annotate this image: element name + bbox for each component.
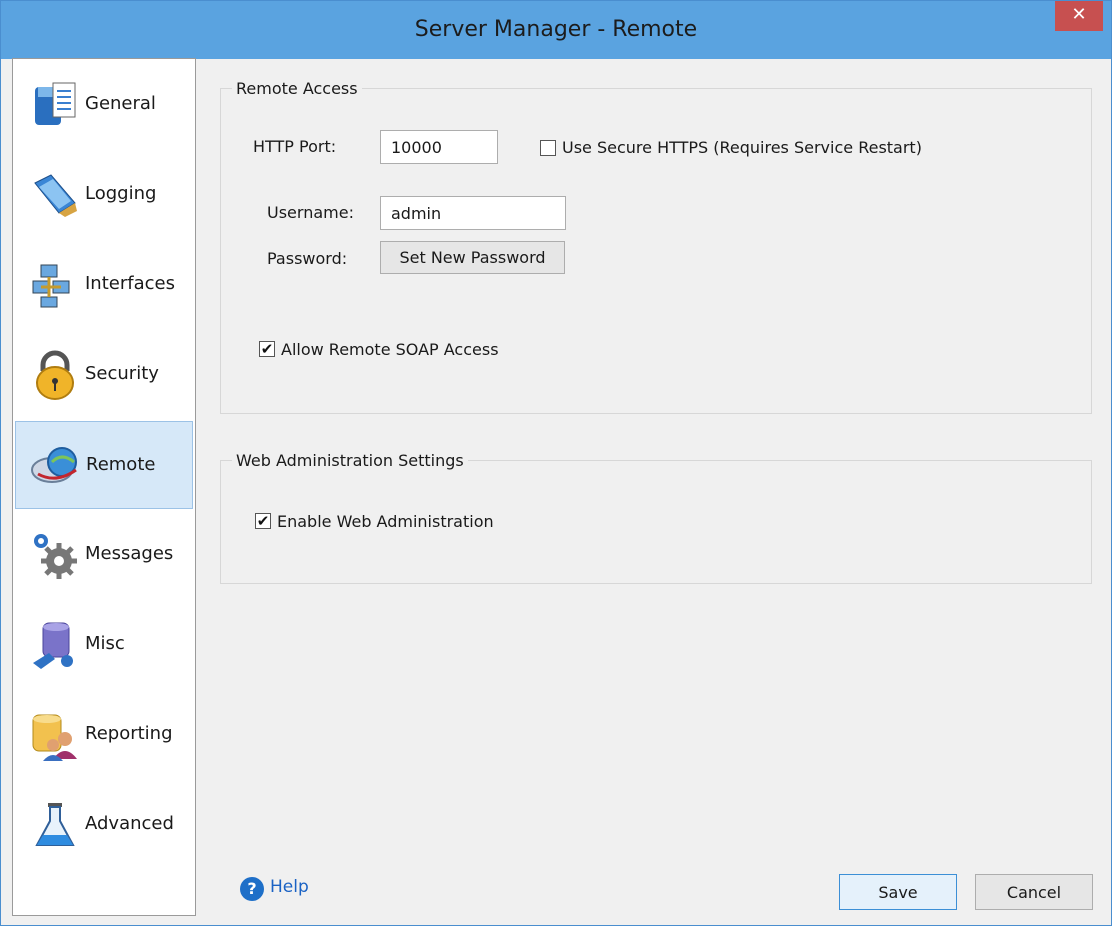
- remote-access-group: [220, 88, 1092, 414]
- password-label: Password:: [267, 249, 348, 268]
- sidebar-item-label: Remote: [86, 454, 156, 475]
- cancel-button[interactable]: Cancel: [975, 874, 1093, 910]
- enable-web-admin-label: Enable Web Administration: [277, 512, 494, 531]
- reporting-icon: [32, 714, 77, 761]
- allow-soap-label: Allow Remote SOAP Access: [281, 340, 499, 359]
- close-icon: ✕: [1071, 4, 1087, 25]
- sidebar-item-label: Logging: [85, 183, 157, 204]
- help-label: Help: [270, 877, 309, 897]
- sidebar-item-label: Reporting: [85, 723, 173, 744]
- interfaces-icon: [32, 264, 70, 308]
- sidebar-item-label: Advanced: [85, 813, 174, 834]
- use-https-label: Use Secure HTTPS (Requires Service Resta…: [562, 138, 922, 157]
- settings-sidebar: General Logging Interfaces Security Remo…: [12, 58, 196, 916]
- sidebar-item-label: General: [85, 93, 156, 114]
- sidebar-item-logging[interactable]: Logging: [15, 151, 193, 239]
- sidebar-item-reporting[interactable]: Reporting: [15, 691, 193, 779]
- sidebar-item-general[interactable]: General: [15, 61, 193, 149]
- web-admin-title: Web Administration Settings: [232, 451, 468, 470]
- sidebar-item-security[interactable]: Security: [15, 331, 193, 419]
- security-icon: [36, 350, 74, 400]
- close-button[interactable]: ✕: [1055, 1, 1103, 31]
- general-icon: [35, 82, 76, 125]
- sidebar-item-label: Security: [85, 363, 159, 384]
- help-icon: ?: [240, 877, 264, 901]
- sidebar-item-messages[interactable]: Messages: [15, 511, 193, 599]
- sidebar-item-interfaces[interactable]: Interfaces: [15, 241, 193, 329]
- sidebar-item-label: Messages: [85, 543, 174, 564]
- remote-icon: [31, 447, 77, 483]
- username-label: Username:: [267, 203, 354, 222]
- username-field[interactable]: [380, 196, 566, 230]
- remote-access-title: Remote Access: [232, 79, 362, 98]
- use-https-checkbox[interactable]: [540, 140, 556, 156]
- window-title: Server Manager - Remote: [414, 17, 698, 42]
- logging-icon: [34, 174, 77, 217]
- advanced-icon: [35, 803, 75, 846]
- save-button[interactable]: Save: [839, 874, 957, 910]
- title-bar[interactable]: Server Manager - Remote ✕: [1, 1, 1111, 59]
- set-new-password-button[interactable]: Set New Password: [380, 241, 565, 274]
- sidebar-item-label: Interfaces: [85, 273, 175, 294]
- allow-soap-checkbox[interactable]: ✔: [259, 341, 275, 357]
- http-port-input[interactable]: [380, 130, 498, 164]
- sidebar-item-advanced[interactable]: Advanced: [15, 781, 193, 869]
- enable-web-admin-checkbox[interactable]: ✔: [255, 513, 271, 529]
- misc-icon: [33, 622, 73, 669]
- messages-icon: [34, 534, 77, 579]
- sidebar-item-label: Misc: [85, 633, 125, 654]
- sidebar-item-remote[interactable]: Remote: [15, 421, 193, 509]
- http-port-label: HTTP Port:: [253, 137, 337, 156]
- sidebar-item-misc[interactable]: Misc: [15, 601, 193, 689]
